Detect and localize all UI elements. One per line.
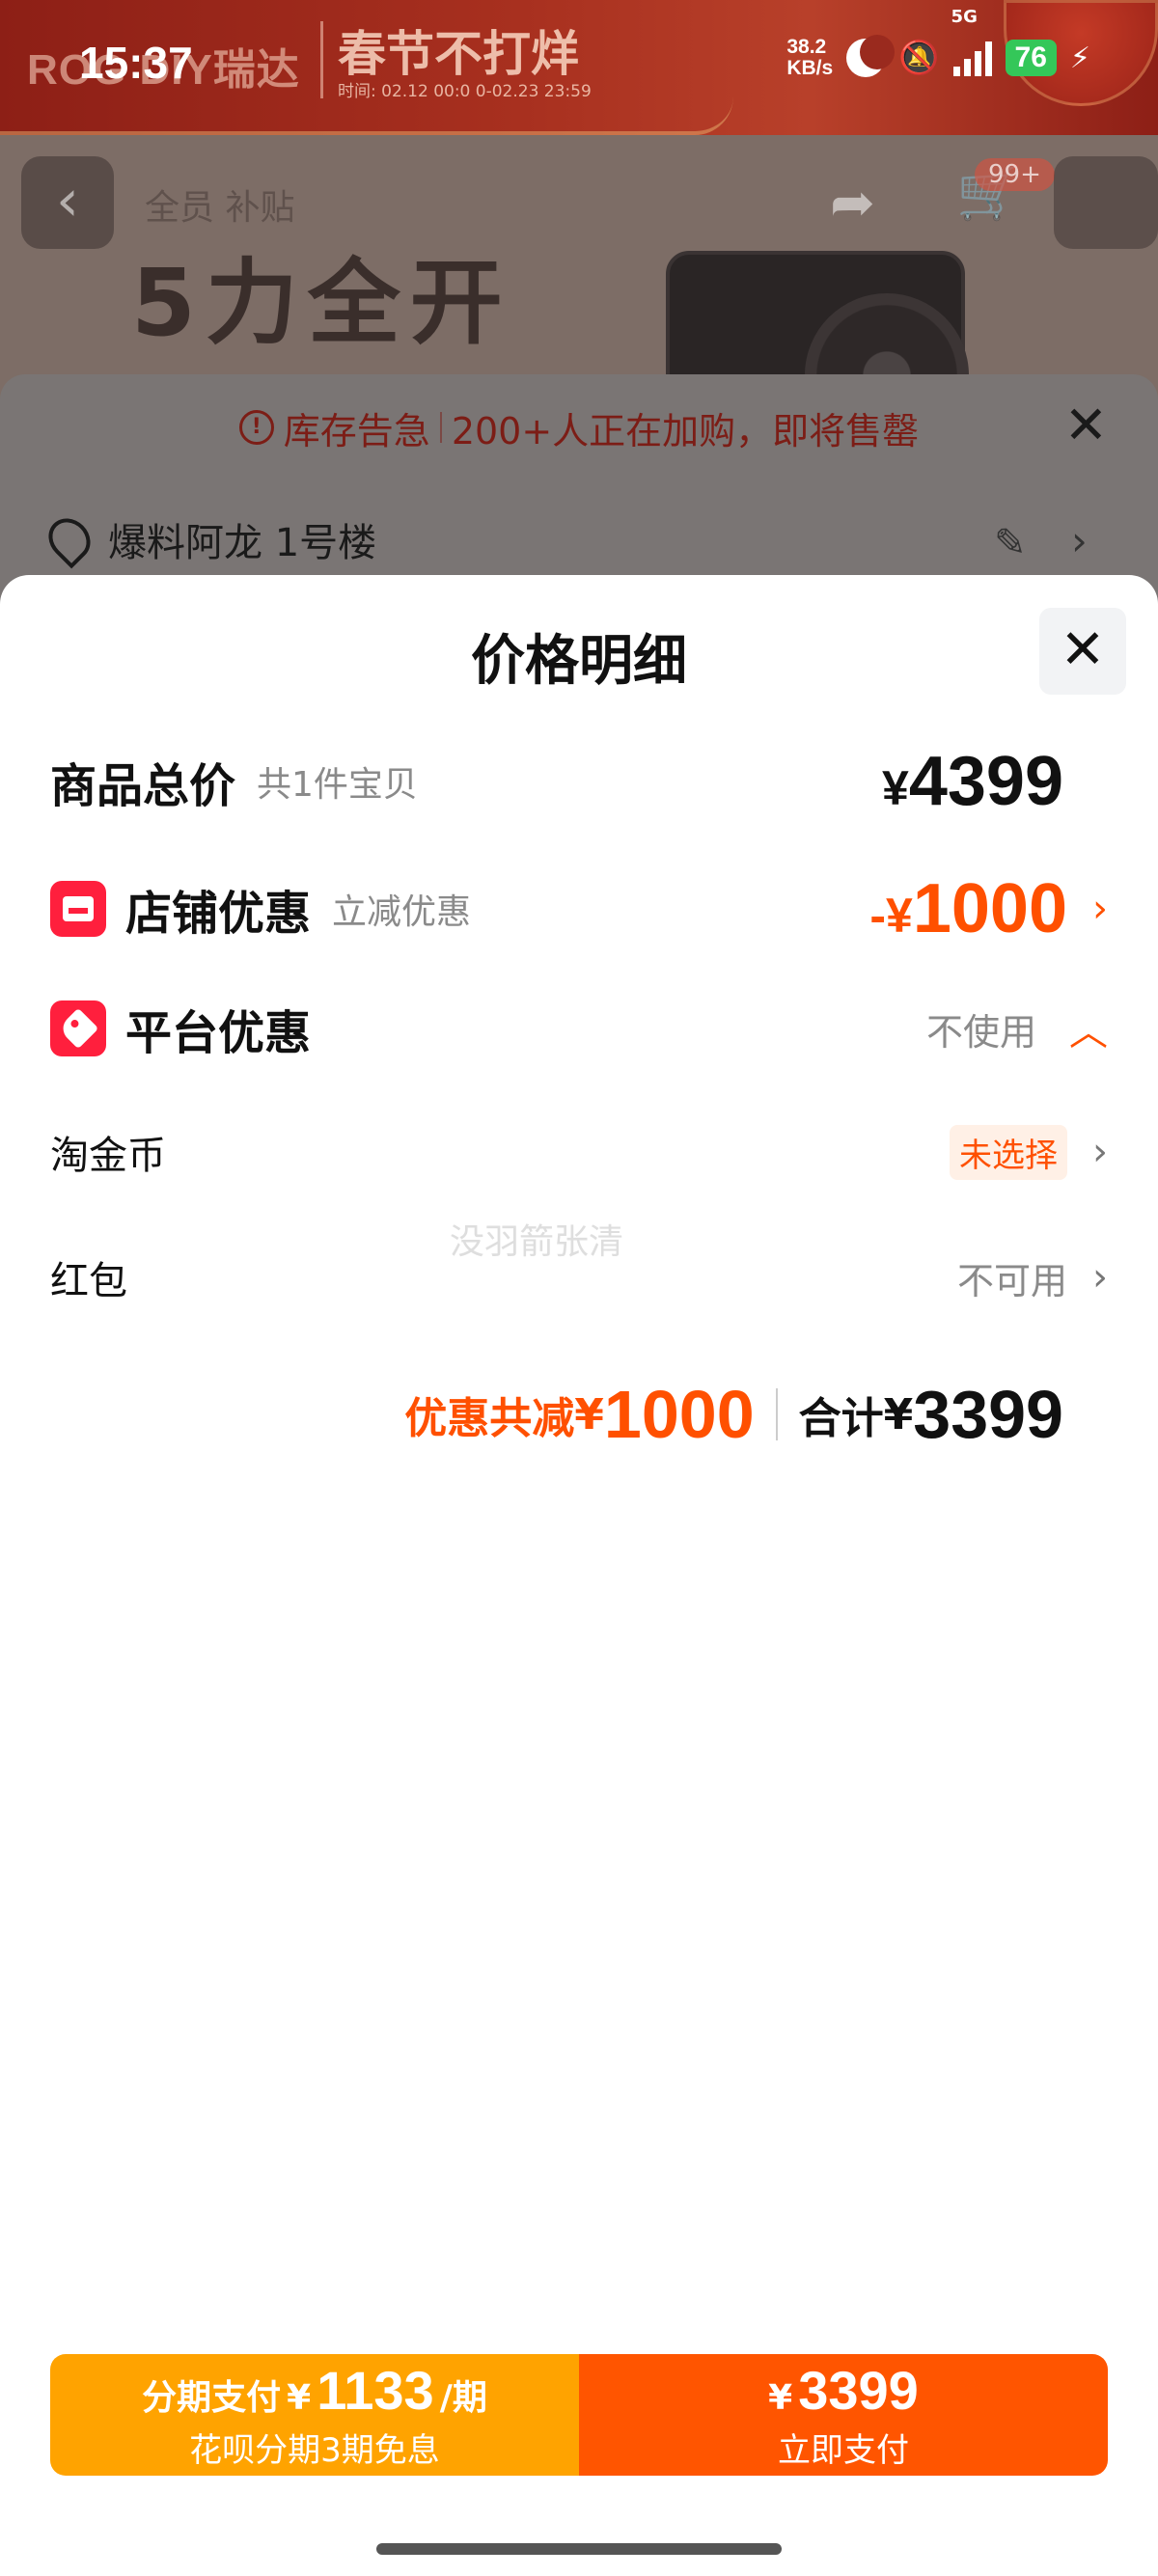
grand-total-currency: ¥ xyxy=(883,1389,914,1439)
goods-total-currency: ¥ xyxy=(882,761,909,815)
store-discount-price: -¥1000 xyxy=(869,869,1067,948)
status-time: 15:37 xyxy=(79,38,193,88)
close-button[interactable]: ✕ xyxy=(1039,608,1126,695)
platform-discount-row[interactable]: 平台优惠 不使用 ︿ xyxy=(50,990,1108,1067)
store-discount-prefix: -¥ xyxy=(869,889,913,943)
installment-unit: /期 xyxy=(439,2378,487,2418)
installment-label: 分期支付 xyxy=(142,2378,282,2418)
bell-muted-icon: 🔕 xyxy=(898,39,940,77)
breadcrumb: 全员 补贴 xyxy=(145,188,295,228)
goods-total-amount: 4399 xyxy=(908,743,1063,820)
chevron-right-icon: › xyxy=(1092,1255,1108,1300)
pay-now-price-line: ¥3399 xyxy=(768,2359,919,2422)
store-icon xyxy=(50,881,106,937)
taojinbi-label: 淘金币 xyxy=(50,1134,166,1178)
chevron-right-icon: › xyxy=(1092,887,1108,931)
installment-currency: ¥ xyxy=(287,2378,312,2418)
goods-total-row: 商品总价 共1件宝贝 ¥4399 xyxy=(50,735,1108,828)
platform-discount-label: 平台优惠 xyxy=(125,1006,312,1060)
grand-total-label: 合计 xyxy=(798,1394,884,1443)
battery-level: 76 xyxy=(1005,40,1057,76)
red-packet-row[interactable]: 红包 不可用 › xyxy=(50,1241,1108,1314)
pay-now-amount: 3399 xyxy=(798,2360,919,2421)
chevron-up-icon: ︿ xyxy=(1069,1010,1108,1055)
net-speed: 38.2 KB/s xyxy=(786,37,833,79)
cellular-signal: 5G xyxy=(951,7,992,76)
sheet-title: 价格明细 xyxy=(471,630,687,693)
pay-now-label: 立即支付 xyxy=(778,2431,909,2470)
store-discount-label: 店铺优惠 xyxy=(125,887,312,941)
store-discount-sub: 立减优惠 xyxy=(332,892,472,932)
chevron-right-icon: › xyxy=(1092,1130,1108,1174)
installment-amount: 1133 xyxy=(317,2360,434,2421)
stock-alert-divider xyxy=(439,412,442,443)
share-icon[interactable]: ➦ xyxy=(830,172,875,234)
cart-count-badge: 99+ xyxy=(975,158,1055,191)
stock-alert: ! 库存告急 200+人正在加购，即将售罄 xyxy=(0,396,1158,459)
price-detail-sheet: 价格明细 ✕ 商品总价 共1件宝贝 ¥4399 店铺优惠 立减优惠 -¥1000… xyxy=(0,575,1158,2576)
goods-count: 共1件宝贝 xyxy=(257,765,418,805)
installment-note: 花呗分期3期免息 xyxy=(189,2431,440,2470)
chevron-right-icon[interactable]: › xyxy=(1071,517,1088,564)
back-button[interactable]: ‹ xyxy=(21,156,114,249)
pay-bar: 分期支付 ¥1133/期 花呗分期3期免息 ¥3399 立即支付 xyxy=(50,2354,1108,2476)
price-summary: 优惠共减 ¥ 1000 合计 ¥ 3399 xyxy=(404,1376,1063,1453)
red-packet-label: 红包 xyxy=(50,1259,127,1303)
pay-now-currency: ¥ xyxy=(768,2378,793,2418)
red-packet-value: 不可用 xyxy=(956,1259,1067,1302)
charging-icon: ⚡ xyxy=(1069,41,1090,75)
taojinbi-row[interactable]: 淘金币 未选择 › xyxy=(50,1115,1108,1189)
edit-icon[interactable]: ✎ xyxy=(994,521,1027,565)
goods-total-price: ¥4399 xyxy=(882,742,1063,821)
net-speed-value: 38.2 xyxy=(786,36,827,58)
signal-bars-icon xyxy=(952,40,992,76)
tag-icon xyxy=(50,1000,106,1056)
close-icon[interactable]: ✕ xyxy=(1064,399,1108,452)
pay-now-button[interactable]: ¥3399 立即支付 xyxy=(579,2354,1108,2476)
status-icons: 38.2 KB/s 🔕 5G 76 ⚡ xyxy=(786,7,1090,79)
banner-divider xyxy=(320,21,323,98)
summary-divider xyxy=(775,1388,778,1440)
stock-alert-label: 库存告急 xyxy=(283,409,430,452)
installment-price-line: 分期支付 ¥1133/期 xyxy=(142,2359,487,2422)
store-discount-row[interactable]: 店铺优惠 立减优惠 -¥1000 › xyxy=(50,863,1108,955)
more-button[interactable] xyxy=(1054,156,1158,249)
do-not-disturb-icon xyxy=(846,35,896,77)
alarm-icon: ! xyxy=(238,410,274,445)
banner-title: 春节不打烊 xyxy=(338,26,579,82)
promo-headline: 5力全开 xyxy=(131,249,512,357)
discount-total-label: 优惠共减 xyxy=(404,1394,575,1443)
taojinbi-value: 未选择 xyxy=(950,1124,1067,1180)
goods-total-label: 商品总价 xyxy=(50,759,236,813)
grand-total-amount: 3399 xyxy=(913,1377,1063,1452)
discount-total-amount: 1000 xyxy=(603,1377,755,1452)
stock-alert-text: 200+人正在加购，即将售罄 xyxy=(451,409,920,452)
installment-pay-button[interactable]: 分期支付 ¥1133/期 花呗分期3期免息 xyxy=(50,2354,579,2476)
address-text: 爆料阿龙 1号楼 xyxy=(108,521,377,565)
platform-discount-value: 不使用 xyxy=(925,1010,1036,1054)
home-indicator[interactable] xyxy=(376,2543,782,2555)
address-row[interactable]: 爆料阿龙 1号楼 xyxy=(40,509,377,569)
discount-total-currency: ¥ xyxy=(574,1389,604,1439)
network-type: 5G xyxy=(951,7,978,27)
net-speed-unit: KB/s xyxy=(786,57,834,79)
store-discount-amount: 1000 xyxy=(912,870,1067,947)
banner-ribbon xyxy=(0,96,733,135)
